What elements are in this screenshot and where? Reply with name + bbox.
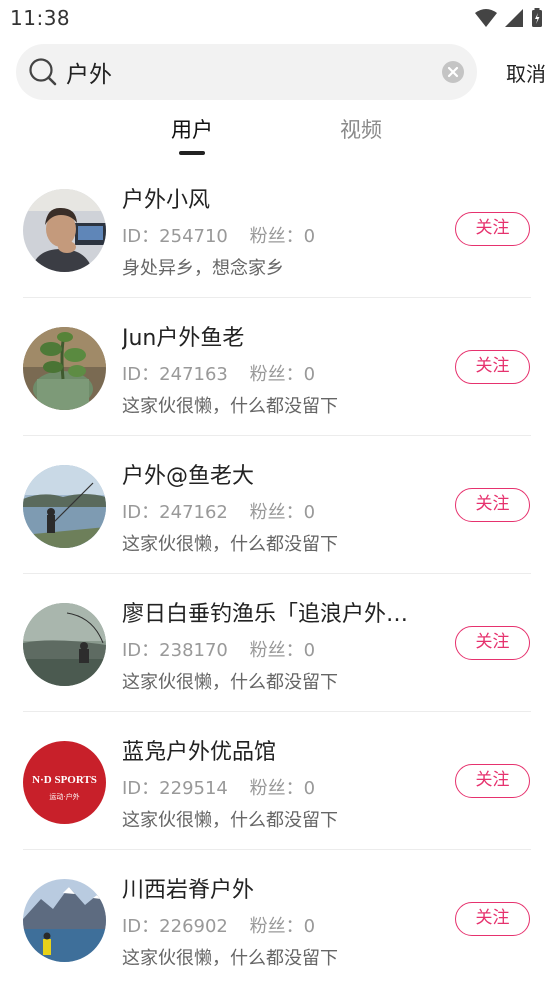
user-fans-count: 0 — [303, 502, 316, 523]
user-id: 229514 — [159, 778, 228, 799]
follow-button[interactable]: 关注 — [455, 626, 530, 660]
user-meta: ID：238170 粉丝：0 — [122, 636, 315, 662]
user-bio: 这家伙很懒，什么都没留下 — [122, 396, 338, 417]
user-name: 廖日白垂钓渔乐「追浪户外… — [122, 602, 409, 627]
user-id-label: ID： — [122, 640, 160, 661]
user-name: 户外@鱼老大 — [122, 464, 255, 489]
user-meta: ID：247163 粉丝：0 — [122, 360, 315, 386]
avatar — [23, 465, 106, 548]
user-name: 户外小风 — [122, 188, 211, 213]
user-list-item[interactable]: 廖日白垂钓渔乐「追浪户外… ID：238170 粉丝：0 这家伙很懒，什么都没留… — [0, 574, 554, 712]
search-row: 取消 — [16, 44, 546, 100]
cancel-button[interactable]: 取消 — [506, 58, 546, 87]
user-id-label: ID： — [122, 916, 160, 937]
avatar — [23, 603, 106, 686]
user-fans-label: 粉丝： — [249, 364, 304, 385]
user-meta: ID：247162 粉丝：0 — [122, 498, 315, 524]
user-fans-count: 0 — [303, 640, 316, 661]
avatar — [23, 879, 106, 962]
user-list-item[interactable]: Jun户外鱼老 ID：247163 粉丝：0 这家伙很懒，什么都没留下 关注 — [0, 298, 554, 436]
user-bio: 这家伙很懒，什么都没留下 — [122, 672, 338, 693]
battery-icon — [532, 8, 542, 27]
user-list-item[interactable]: N·D SPORTS 运动·户外 蓝凫户外优品馆 ID：229514 粉丝：0 … — [0, 712, 554, 850]
tab-video[interactable]: 视频 — [301, 114, 421, 144]
avatar — [23, 327, 106, 410]
user-list-item[interactable]: 川西岩脊户外 ID：226902 粉丝：0 这家伙很懒，什么都没留下 关注 — [0, 850, 554, 988]
user-id-label: ID： — [122, 502, 160, 523]
user-fans-count: 0 — [303, 916, 316, 937]
status-icons — [474, 8, 544, 28]
user-name: Jun户外鱼老 — [122, 326, 245, 351]
tab-users[interactable]: 用户 — [132, 114, 252, 144]
user-fans-count: 0 — [303, 778, 316, 799]
user-id: 247163 — [159, 364, 228, 385]
search-input[interactable] — [66, 56, 436, 88]
user-bio: 这家伙很懒，什么都没留下 — [122, 810, 338, 831]
user-list-item[interactable]: 户外@鱼老大 ID：247162 粉丝：0 这家伙很懒，什么都没留下 关注 — [0, 436, 554, 574]
user-id: 254710 — [159, 226, 228, 247]
avatar-logo-text: N·D SPORTS — [32, 774, 97, 786]
search-icon — [29, 58, 57, 86]
user-bio: 这家伙很懒，什么都没留下 — [122, 948, 338, 969]
avatar-logo-subtext: 运动·户外 — [49, 792, 79, 801]
user-meta: ID：229514 粉丝：0 — [122, 774, 315, 800]
user-meta: ID：226902 粉丝：0 — [122, 912, 315, 938]
tab-bar: 用户 视频 — [0, 114, 554, 158]
user-meta: ID：254710 粉丝：0 — [122, 222, 315, 248]
user-id: 238170 — [159, 640, 228, 661]
user-list-item[interactable]: 户外小风 ID：254710 粉丝：0 身处异乡，想念家乡 关注 — [0, 160, 554, 298]
follow-button[interactable]: 关注 — [455, 212, 530, 246]
user-fans-label: 粉丝： — [249, 640, 304, 661]
user-id-label: ID： — [122, 226, 160, 247]
search-box[interactable] — [16, 44, 477, 100]
user-bio: 身处异乡，想念家乡 — [122, 258, 284, 279]
clear-icon[interactable] — [441, 60, 465, 84]
user-id: 247162 — [159, 502, 228, 523]
user-fans-label: 粉丝： — [249, 502, 304, 523]
avatar: N·D SPORTS 运动·户外 — [23, 741, 106, 824]
user-bio: 这家伙很懒，什么都没留下 — [122, 534, 338, 555]
wifi-icon — [474, 9, 497, 27]
user-fans-label: 粉丝： — [249, 916, 304, 937]
user-id: 226902 — [159, 916, 228, 937]
status-time: 11:38 — [10, 6, 71, 30]
user-name: 蓝凫户外优品馆 — [122, 740, 277, 765]
follow-button[interactable]: 关注 — [455, 902, 530, 936]
follow-button[interactable]: 关注 — [455, 764, 530, 798]
user-fans-label: 粉丝： — [249, 226, 304, 247]
avatar — [23, 189, 106, 272]
follow-button[interactable]: 关注 — [455, 350, 530, 384]
signal-icon — [504, 9, 523, 27]
user-fans-count: 0 — [303, 364, 316, 385]
status-bar: 11:38 — [0, 0, 554, 36]
follow-button[interactable]: 关注 — [455, 488, 530, 522]
user-id-label: ID： — [122, 364, 160, 385]
user-fans-label: 粉丝： — [249, 778, 304, 799]
user-id-label: ID： — [122, 778, 160, 799]
active-tab-indicator — [179, 151, 205, 155]
user-name: 川西岩脊户外 — [122, 878, 255, 903]
user-fans-count: 0 — [303, 226, 316, 247]
